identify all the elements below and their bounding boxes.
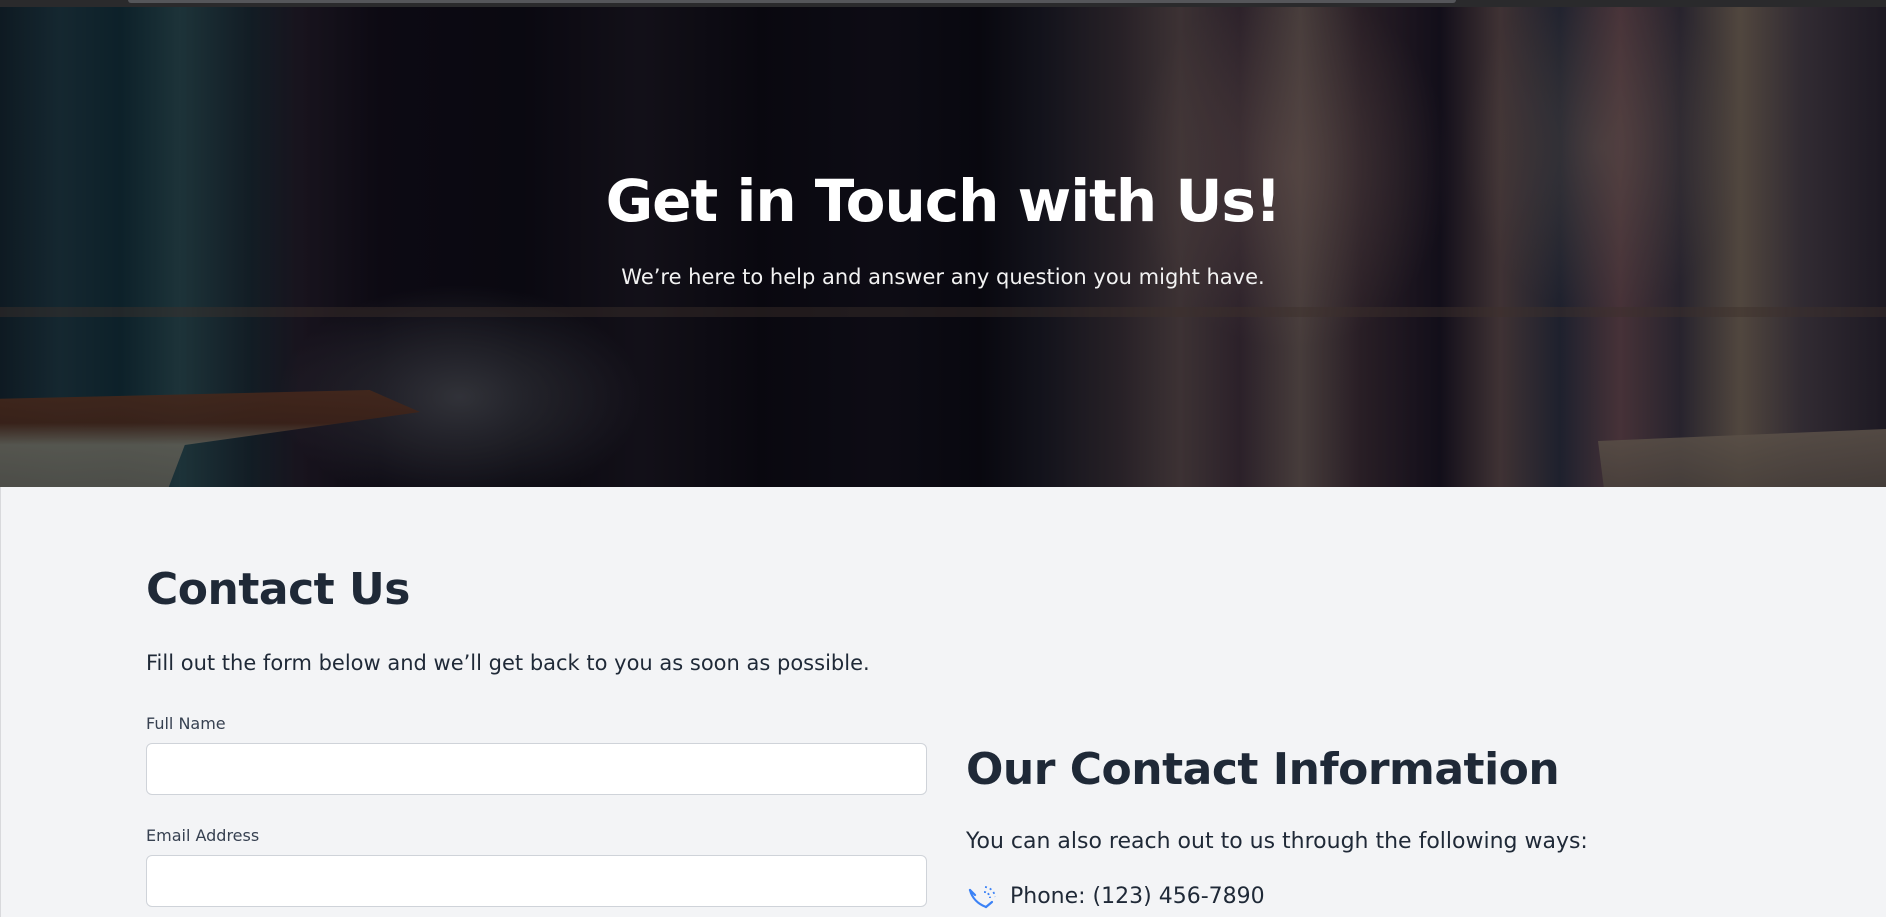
phone-contact-item: Phone: (123) 456-7890 [966, 881, 1265, 911]
hero-overlay [0, 7, 1886, 487]
contact-info-description: You can also reach out to us through the… [966, 829, 1588, 854]
phone-icon [966, 882, 998, 910]
horizontal-scrollbar[interactable] [128, 0, 1456, 3]
contact-description: Fill out the form below and we’ll get ba… [146, 651, 870, 675]
hero-subtitle: We’re here to help and answer any questi… [621, 265, 1265, 289]
full-name-input[interactable] [146, 743, 927, 795]
email-input[interactable] [146, 855, 927, 907]
full-name-label: Full Name [146, 714, 226, 733]
hero-title: Get in Touch with Us! [605, 167, 1282, 235]
phone-text: Phone: (123) 456-7890 [1010, 883, 1265, 909]
contact-section: Contact Us Fill out the form below and w… [0, 487, 1886, 917]
contact-title: Contact Us [146, 564, 410, 615]
browser-top-bar [0, 0, 1886, 7]
email-label: Email Address [146, 826, 260, 845]
contact-info-title: Our Contact Information [966, 744, 1560, 795]
hero-banner: Get in Touch with Us! We’re here to help… [0, 7, 1886, 487]
